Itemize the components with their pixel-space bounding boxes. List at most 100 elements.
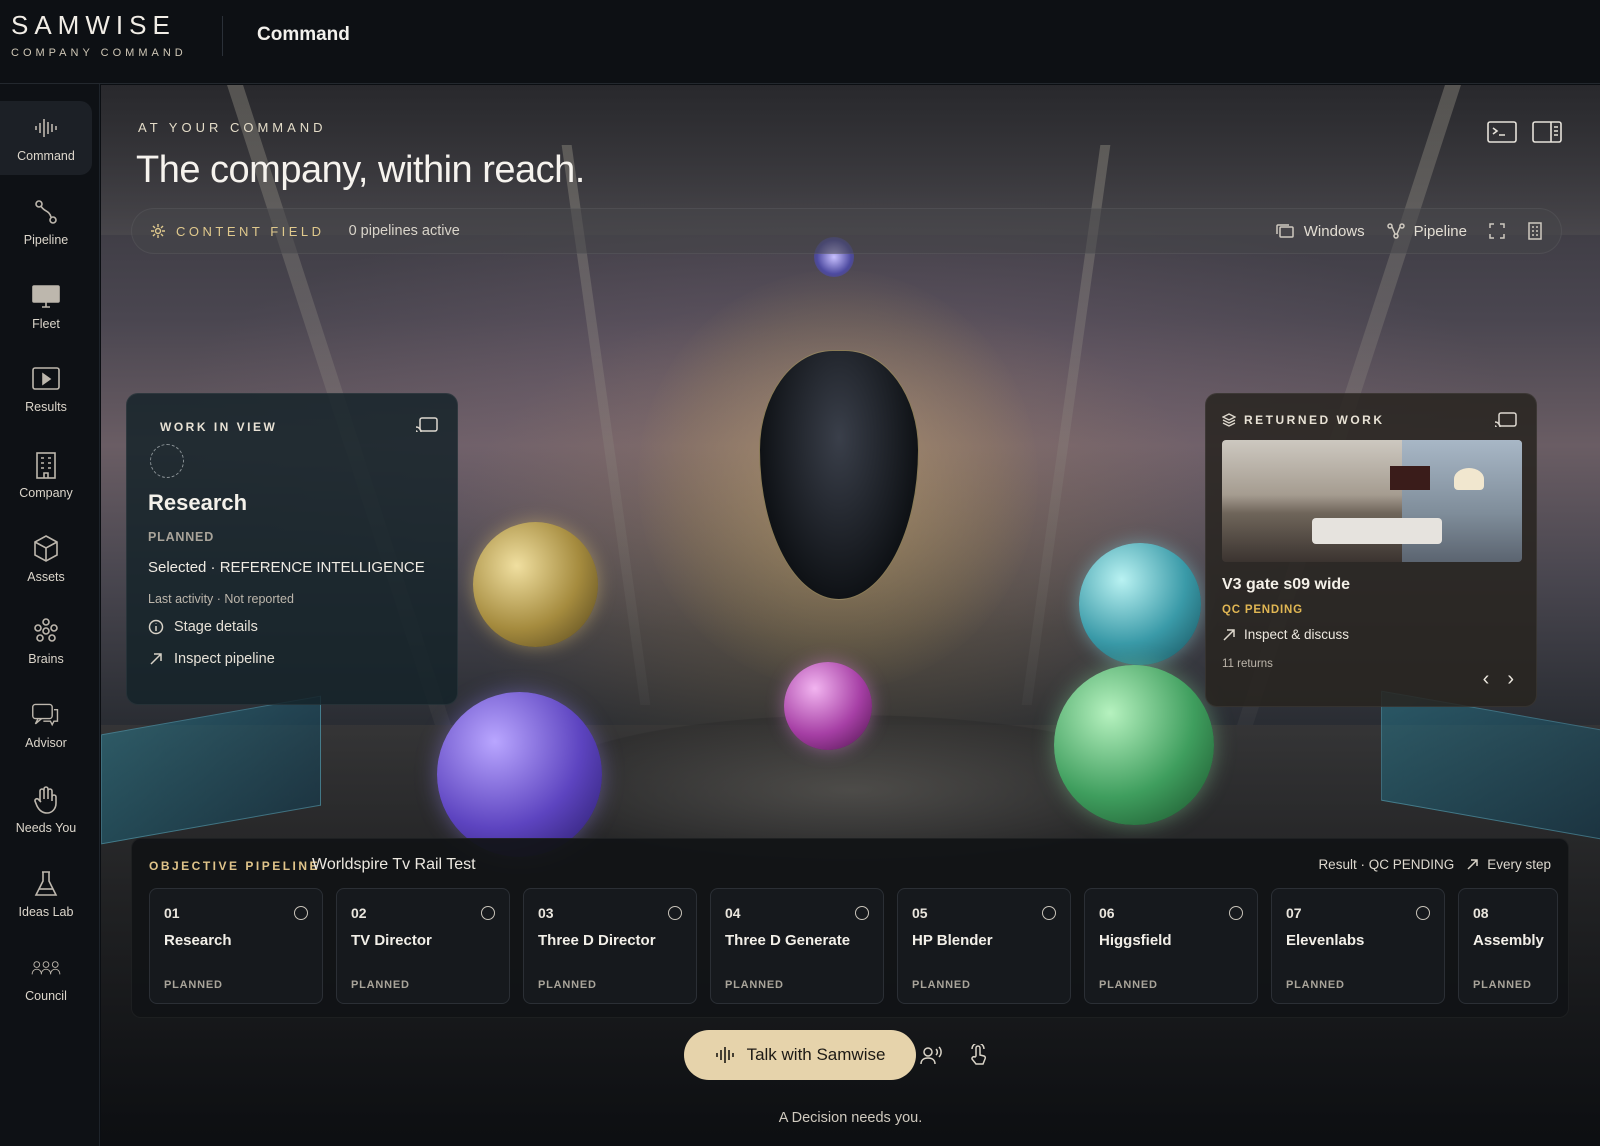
step-radio-icon[interactable] — [1229, 906, 1243, 920]
step-radio-icon[interactable] — [294, 906, 308, 920]
cast-button[interactable] — [1494, 411, 1520, 433]
sidebar-item-ideas-lab[interactable]: Ideas Lab — [0, 857, 92, 931]
step-name: Assembly — [1473, 932, 1544, 949]
side-panel-button[interactable] — [1532, 119, 1562, 145]
info-icon — [148, 619, 164, 635]
orb-pink[interactable] — [784, 662, 872, 750]
orb-green[interactable] — [1054, 665, 1214, 825]
layers-icon — [1222, 413, 1236, 427]
step-number: 07 — [1286, 905, 1302, 921]
sidebar-item-label: Results — [25, 400, 67, 414]
objective-pipeline: OBJECTIVE PIPELINE Worldspire Tv Rail Te… — [131, 838, 1569, 1018]
every-step-link[interactable]: Every step — [1466, 857, 1551, 872]
brain-network-icon — [31, 616, 61, 646]
orb-purple[interactable] — [437, 692, 602, 857]
step-number: 04 — [725, 905, 741, 921]
pipeline-step[interactable]: 05 HP Blender PLANNED — [897, 888, 1071, 1004]
sidebar-item-fleet[interactable]: Fleet — [0, 269, 92, 343]
sidebar-item-brains[interactable]: Brains — [0, 604, 92, 678]
step-status: PLANNED — [164, 979, 223, 991]
returned-work-status: QC PENDING — [1222, 604, 1303, 616]
cast-button[interactable] — [415, 416, 441, 438]
work-in-view-title: Research — [148, 490, 248, 515]
fullscreen-button[interactable] — [1489, 223, 1505, 239]
sidebar-item-needs-you[interactable]: Needs You — [0, 773, 92, 847]
step-number: 02 — [351, 905, 367, 921]
sidebar-item-label: Council — [25, 989, 67, 1003]
sidebar-item-label: Company — [19, 486, 73, 500]
pipeline-step[interactable]: 03 Three D Director PLANNED — [523, 888, 697, 1004]
orb-gold[interactable] — [473, 522, 598, 647]
returned-work-title: V3 gate s09 wide — [1222, 576, 1351, 593]
flask-icon — [31, 869, 61, 899]
windows-button-label: Windows — [1303, 222, 1365, 240]
pipeline-button-label: Pipeline — [1413, 222, 1467, 240]
arrow-up-right-icon — [1223, 628, 1235, 641]
step-radio-icon[interactable] — [1042, 906, 1056, 920]
windows-button[interactable]: Windows — [1275, 223, 1365, 240]
work-in-view-card: WORK IN VIEW Research PLANNED Selected ·… — [126, 393, 458, 705]
returned-work-kicker: RETURNED WORK — [1244, 413, 1385, 427]
cube-icon — [31, 534, 61, 564]
sidebar-item-pipeline[interactable]: Pipeline — [0, 185, 92, 259]
pipeline-button[interactable]: Pipeline — [1386, 222, 1467, 240]
orb-teal[interactable] — [1079, 543, 1201, 665]
stage-details-link[interactable]: Stage details — [148, 619, 258, 635]
sidebar-item-label: Brains — [28, 652, 64, 666]
sidebar-item-advisor[interactable]: Advisor — [0, 688, 92, 762]
sidebar-item-assets[interactable]: Assets — [0, 522, 92, 596]
pipeline-step[interactable]: 06 Higgsfield PLANNED — [1084, 888, 1258, 1004]
cast-icon — [415, 417, 438, 433]
returned-work-thumbnail[interactable] — [1222, 440, 1522, 562]
pipeline-step[interactable]: 07 Elevenlabs PLANNED — [1271, 888, 1445, 1004]
chevron-left-icon[interactable]: ‹ — [1483, 669, 1490, 689]
inspect-pipeline-link[interactable]: Inspect pipeline — [148, 651, 275, 667]
arrow-up-right-icon — [1467, 859, 1478, 870]
step-radio-icon[interactable] — [855, 906, 869, 920]
sidebar-item-command[interactable]: Command — [0, 101, 92, 175]
pipeline-result: Result · QC PENDING Every step — [1318, 857, 1551, 872]
step-number: 03 — [538, 905, 554, 921]
pipeline-step[interactable]: 01 Research PLANNED — [149, 888, 323, 1004]
step-radio-icon[interactable] — [1416, 906, 1430, 920]
step-radio-icon[interactable] — [668, 906, 682, 920]
sidebar-item-council[interactable]: Council — [0, 941, 92, 1015]
pipeline-nodes-icon — [1386, 223, 1405, 239]
step-radio-icon[interactable] — [481, 906, 495, 920]
pipeline-step[interactable]: 02 TV Director PLANNED — [336, 888, 510, 1004]
terminal-button[interactable] — [1487, 119, 1517, 145]
sidebar-item-label: Needs You — [15, 821, 77, 835]
work-in-view-last-activity: Last activity · Not reported — [148, 592, 294, 606]
brand-subtitle: COMPANY COMMAND — [11, 47, 187, 59]
work-in-view-kicker: WORK IN VIEW — [160, 420, 278, 434]
pipeline-step[interactable]: 04 Three D Generate PLANNED — [710, 888, 884, 1004]
sidebar-item-label: Advisor — [25, 736, 67, 750]
brand-logo[interactable]: SAMWISE COMPANY COMMAND — [11, 10, 187, 59]
step-status: PLANNED — [725, 979, 784, 991]
voice-settings-button[interactable] — [917, 1040, 947, 1070]
brand-name: SAMWISE — [11, 10, 176, 40]
pipelines-active-count: 0 pipelines active — [348, 223, 460, 239]
chevron-right-icon[interactable]: › — [1507, 669, 1514, 689]
step-status: PLANNED — [538, 979, 597, 991]
sidebar-item-label: Assets — [27, 570, 65, 584]
sidebar-item-company[interactable]: Company — [0, 438, 92, 512]
step-status: PLANNED — [1099, 979, 1158, 991]
stage-toolbar — [1487, 119, 1562, 145]
building-view-button[interactable] — [1527, 222, 1543, 240]
step-status: PLANNED — [1473, 979, 1532, 991]
top-bar: SAMWISE COMPANY COMMAND Command — [0, 0, 1600, 84]
talk-with-samwise-button[interactable]: Talk with Samwise — [684, 1030, 916, 1080]
pipeline-result-status: Result · QC PENDING — [1318, 857, 1455, 872]
step-status: PLANNED — [1286, 979, 1345, 991]
pipeline-steps: 01 Research PLANNED 02 TV Director PLANN… — [149, 888, 1568, 1004]
hero-headline: The company, within reach. — [136, 149, 585, 191]
sidebar-item-label: Ideas Lab — [18, 905, 74, 919]
command-stage: AT YOUR COMMAND The company, within reac… — [101, 85, 1600, 1146]
gesture-button[interactable] — [963, 1040, 993, 1070]
inspect-discuss-label: Inspect & discuss — [1244, 627, 1350, 642]
sidebar-item-results[interactable]: Results — [0, 352, 92, 426]
pipeline-step[interactable]: 08 Assembly PLANNED — [1458, 888, 1558, 1004]
returns-count: 11 returns — [1222, 658, 1273, 670]
inspect-discuss-link[interactable]: Inspect & discuss — [1222, 627, 1349, 642]
